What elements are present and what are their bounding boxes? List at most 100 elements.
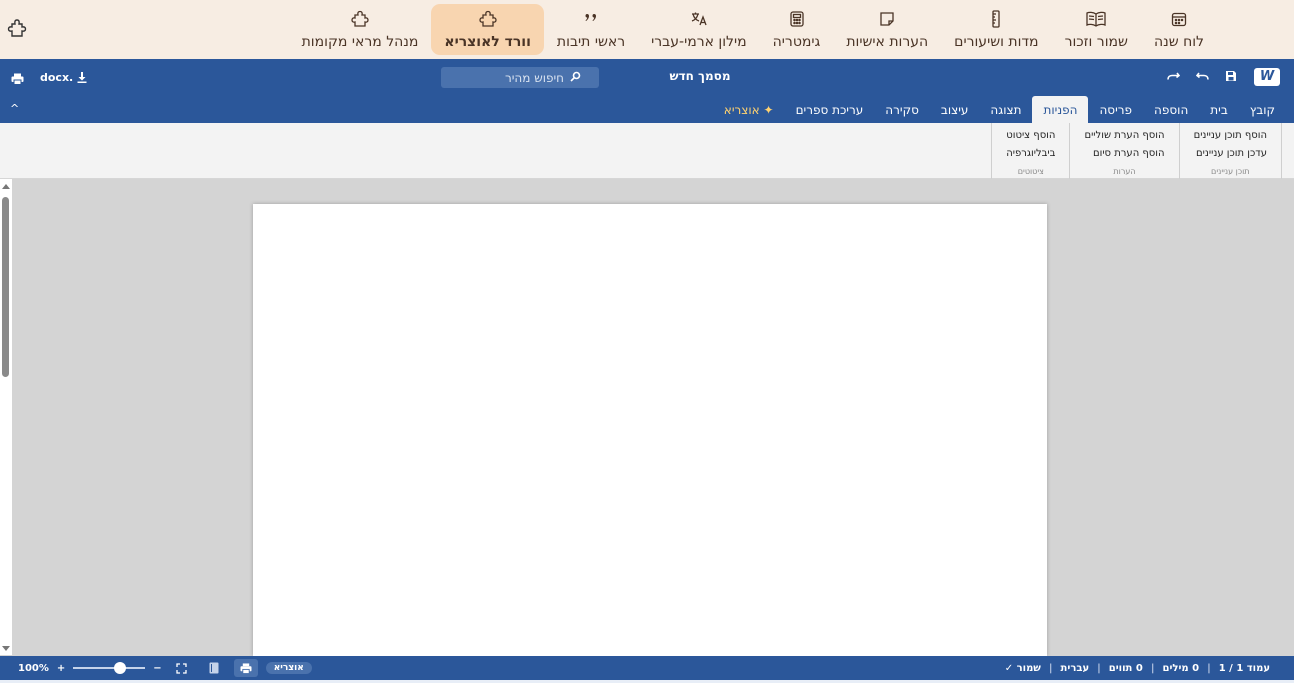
search-placeholder: חיפוש מהיר — [504, 70, 564, 85]
scrollbar-thumb[interactable] — [2, 197, 9, 377]
scroll-up-arrow-icon[interactable] — [2, 183, 10, 191]
add-toc-button[interactable]: הוסף תוכן עניינים — [1194, 127, 1267, 145]
ribbon-panel: הוסף תוכן עניינים עדכן תוכן עניינים תוכן… — [0, 123, 1294, 179]
status-divider: | — [1097, 662, 1101, 674]
nav-item-label: וורד לאוצריא — [444, 34, 531, 50]
app-navigation-bar: לוח שנה שמור וזכור מדות ושיעורים הערות א… — [0, 0, 1294, 59]
redo-icon — [1166, 72, 1180, 80]
nav-item-aramaic-dictionary[interactable]: מילון ארמי-עברי — [638, 4, 760, 55]
nav-item-acronyms[interactable]: ראשי תיבות — [544, 4, 638, 55]
print-layout-button[interactable] — [233, 659, 258, 677]
read-mode-button[interactable] — [202, 659, 226, 677]
printer-icon — [240, 662, 252, 674]
tab-layout[interactable]: פריסה — [1088, 96, 1143, 123]
vertical-scrollbar[interactable] — [0, 179, 12, 655]
tab-view[interactable]: תצוגה — [979, 96, 1032, 123]
ribbon-groups: הוסף תוכן עניינים עדכן תוכן עניינים תוכן… — [991, 123, 1282, 179]
ribbon-tabs-bar: קובץ בית הוספה פריסה הפניות תצוגה עיצוב … — [0, 96, 1294, 123]
nav-item-label: מילון ארמי-עברי — [651, 34, 747, 50]
puzzle-icon — [351, 9, 369, 29]
tab-book-editing[interactable]: עריכת ספרים — [785, 96, 875, 123]
puzzle-settings-icon[interactable] — [7, 18, 27, 40]
tab-file[interactable]: קובץ — [1239, 96, 1286, 123]
zoom-out-button[interactable]: − — [153, 663, 161, 674]
nav-item-label: ראשי תיבות — [556, 34, 626, 50]
nav-item-word-to-otzaria[interactable]: וורד לאוצריא — [431, 4, 544, 55]
printer-icon — [11, 73, 24, 85]
nav-item-gematria[interactable]: גימטריה — [760, 4, 834, 55]
add-footnote-button[interactable]: הוסף הערת שוליים — [1084, 127, 1164, 145]
print-button[interactable] — [11, 70, 24, 89]
update-toc-button[interactable]: עדכן תוכן עניינים — [1196, 145, 1267, 163]
nav-item-calendar[interactable]: לוח שנה — [1141, 4, 1217, 55]
ribbon-tabs: קובץ בית הוספה פריסה הפניות תצוגה עיצוב … — [713, 96, 1294, 123]
view-controls: 100% + − אוצריא — [18, 656, 312, 680]
undo-icon — [1195, 72, 1209, 80]
bibliography-button[interactable]: ביבליוגרפיה — [1006, 145, 1055, 163]
nav-item-label: מנהל מראי מקומות — [301, 34, 419, 50]
document-title: מסמך חדש — [669, 69, 731, 83]
tab-review[interactable]: סקירה — [874, 96, 930, 123]
nav-item-label: הערות אישיות — [846, 34, 929, 50]
word-count: 0 מילים — [1162, 662, 1200, 674]
nav-item-measures[interactable]: מדות ושיעורים — [941, 4, 1051, 55]
zoom-slider[interactable] — [73, 662, 146, 674]
document-area — [0, 179, 1294, 656]
fullscreen-button[interactable] — [170, 659, 194, 677]
status-divider: | — [1048, 662, 1053, 674]
open-book-icon — [1086, 9, 1106, 29]
scroll-down-arrow-icon[interactable] — [2, 644, 10, 652]
export-docx-button[interactable]: docx. — [40, 71, 87, 84]
nav-item-references-manager[interactable]: מנהל מראי מקומות — [289, 4, 432, 55]
language-indicator[interactable]: עברית — [1061, 663, 1090, 674]
document-page[interactable] — [253, 204, 1047, 656]
tab-home[interactable]: בית — [1199, 96, 1239, 123]
ribbon-group-label: הערות — [1113, 167, 1136, 176]
word-logo: W — [1254, 68, 1280, 86]
zoom-slider-thumb[interactable] — [114, 662, 127, 674]
search-icon — [570, 71, 581, 85]
save-status: שמור ✓ — [1004, 662, 1041, 674]
quote-icon — [584, 9, 598, 29]
nav-item-label: לוח שנה — [1153, 34, 1204, 50]
collapse-ribbon-button[interactable]: ^ — [10, 102, 19, 115]
editor-header: W מסמך חדש חיפוש מהיר docx. — [0, 59, 1294, 96]
zoom-in-button[interactable]: + — [57, 663, 65, 674]
ribbon-group-toc: הוסף תוכן עניינים עדכן תוכן עניינים תוכן… — [1178, 123, 1282, 179]
nav-item-label: שמור וזכור — [1064, 34, 1128, 50]
sticky-note-icon — [879, 9, 895, 29]
tab-references[interactable]: הפניות — [1032, 96, 1089, 123]
status-bar: עמוד 1 / 1 | 0 מילים | 0 תווים | עברית |… — [0, 656, 1294, 680]
nav-item-label: מדות ושיעורים — [954, 34, 1039, 50]
ribbon-group-label: ציטוטים — [1017, 167, 1044, 176]
nav-item-personal-notes[interactable]: הערות אישיות — [833, 4, 941, 55]
ruler-icon — [991, 9, 1001, 29]
ribbon-group-citations: הוסף ציטוט ביבליוגרפיה ציטוטים — [991, 123, 1069, 179]
redo-button[interactable] — [1165, 68, 1181, 84]
save-icon — [1226, 71, 1236, 81]
otzaria-badge[interactable]: אוצריא — [265, 662, 312, 674]
status-divider: | — [1207, 662, 1211, 674]
quick-search-input[interactable]: חיפוש מהיר — [441, 67, 599, 88]
page-count: עמוד 1 / 1 — [1218, 662, 1270, 674]
puzzle-icon — [479, 9, 497, 29]
book-icon — [209, 662, 219, 674]
nav-item-label: גימטריה — [772, 34, 821, 50]
zoom-percentage: 100% — [18, 662, 49, 674]
tab-otzaria[interactable]: ✦ אוצריא — [713, 96, 785, 123]
status-info: עמוד 1 / 1 | 0 מילים | 0 תווים | עברית |… — [1005, 656, 1270, 680]
zoom-slider-track — [73, 667, 146, 669]
tab-insert[interactable]: הוספה — [1143, 96, 1199, 123]
nav-item-shamor-vezachor[interactable]: שמור וזכור — [1052, 4, 1141, 55]
calendar-icon — [1171, 9, 1187, 29]
add-citation-button[interactable]: הוסף ציטוט — [1006, 127, 1055, 145]
export-label: docx. — [40, 71, 74, 84]
status-divider: | — [1150, 662, 1155, 674]
char-count: 0 תווים — [1108, 662, 1143, 674]
tab-design[interactable]: עיצוב — [930, 96, 980, 123]
add-endnote-button[interactable]: הוסף הערת סיום — [1093, 145, 1165, 163]
calculator-icon — [789, 9, 804, 29]
fullscreen-icon — [176, 662, 187, 674]
undo-button[interactable] — [1194, 68, 1210, 84]
save-button[interactable] — [1223, 68, 1239, 84]
